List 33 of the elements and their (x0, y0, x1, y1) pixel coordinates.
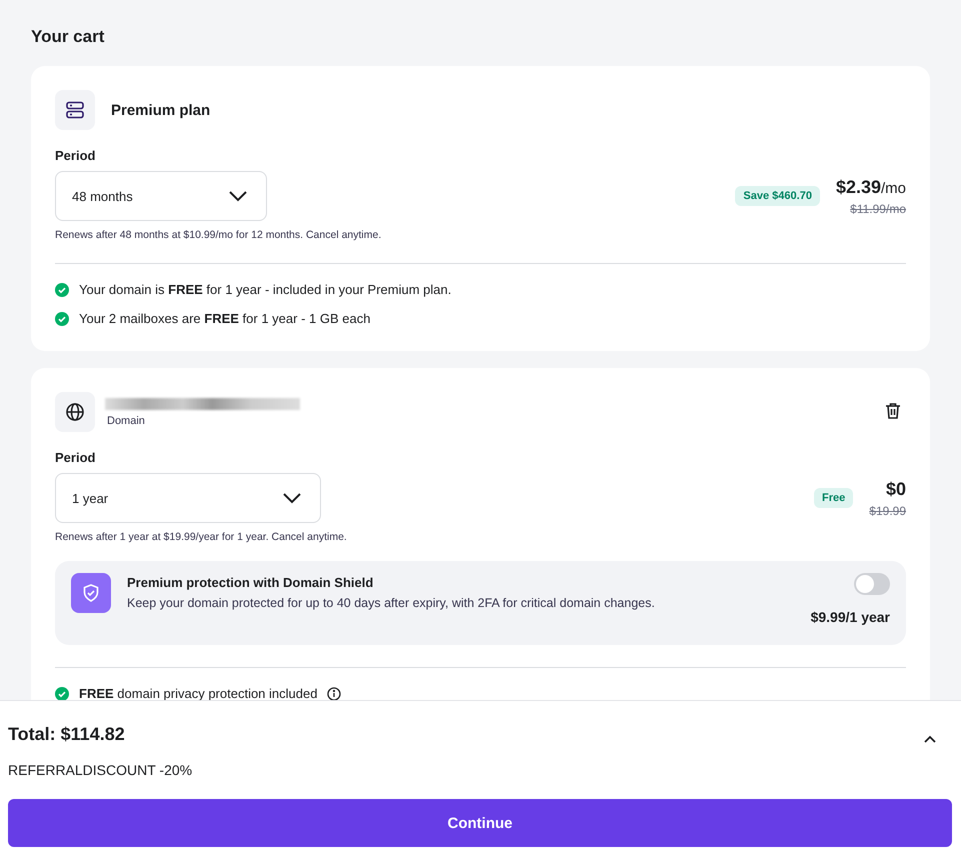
period-label: Period (55, 450, 96, 465)
coupon-code: REFERRALDISCOUNT -20% (8, 762, 194, 778)
chevron-down-icon (282, 492, 302, 504)
perk-text: Your domain is FREE for 1 year - included in your Premium plan. (79, 282, 452, 297)
period-label: Period (55, 148, 96, 163)
price: $2.39/mo (836, 176, 906, 198)
info-icon[interactable] (327, 686, 342, 700)
addon-price: $9.99/1 year (810, 609, 890, 625)
toggle-switch[interactable] (854, 573, 890, 595)
renewal-note: Renews after 48 months at $10.99/mo for 12 months. Cancel anytime. (55, 229, 382, 241)
renewal-note: Renews after 1 year at $19.99/year for 1 year. Cancel anytime. (55, 531, 348, 543)
shield-check-icon (71, 573, 111, 613)
old-price: $11.99/mo (849, 202, 906, 216)
item-type: Domain (107, 414, 146, 426)
period-dropdown[interactable]: 1 year (55, 473, 321, 523)
total-price: Total: $114.82 (8, 724, 125, 745)
perk-text: Your 2 mailboxes are FREE for 1 year - 1 GB each (79, 311, 370, 326)
check-circle-icon (55, 282, 69, 296)
old-price: $19.99 (869, 504, 906, 518)
chevron-down-icon (228, 190, 248, 202)
continue-button[interactable]: Continue (8, 799, 952, 847)
price: $0 (884, 478, 906, 500)
period-dropdown[interactable]: 48 months (55, 171, 267, 221)
addon-description: Keep your domain protected for up to 40 days after expiry, with 2FA for critical domain changes. (127, 596, 656, 610)
addon-title: Premium protection with Domain Shield (127, 575, 374, 590)
globe-icon (55, 392, 95, 432)
discount-tag: Free (814, 488, 854, 508)
discount-tag: Save $460.70 (735, 186, 820, 206)
check-circle-icon (55, 312, 69, 326)
perk-text: FREE domain privacy protection included (79, 686, 318, 701)
item-title: Premium plan (111, 102, 212, 118)
page-title: Your cart (31, 26, 106, 48)
server-icon (55, 90, 95, 130)
